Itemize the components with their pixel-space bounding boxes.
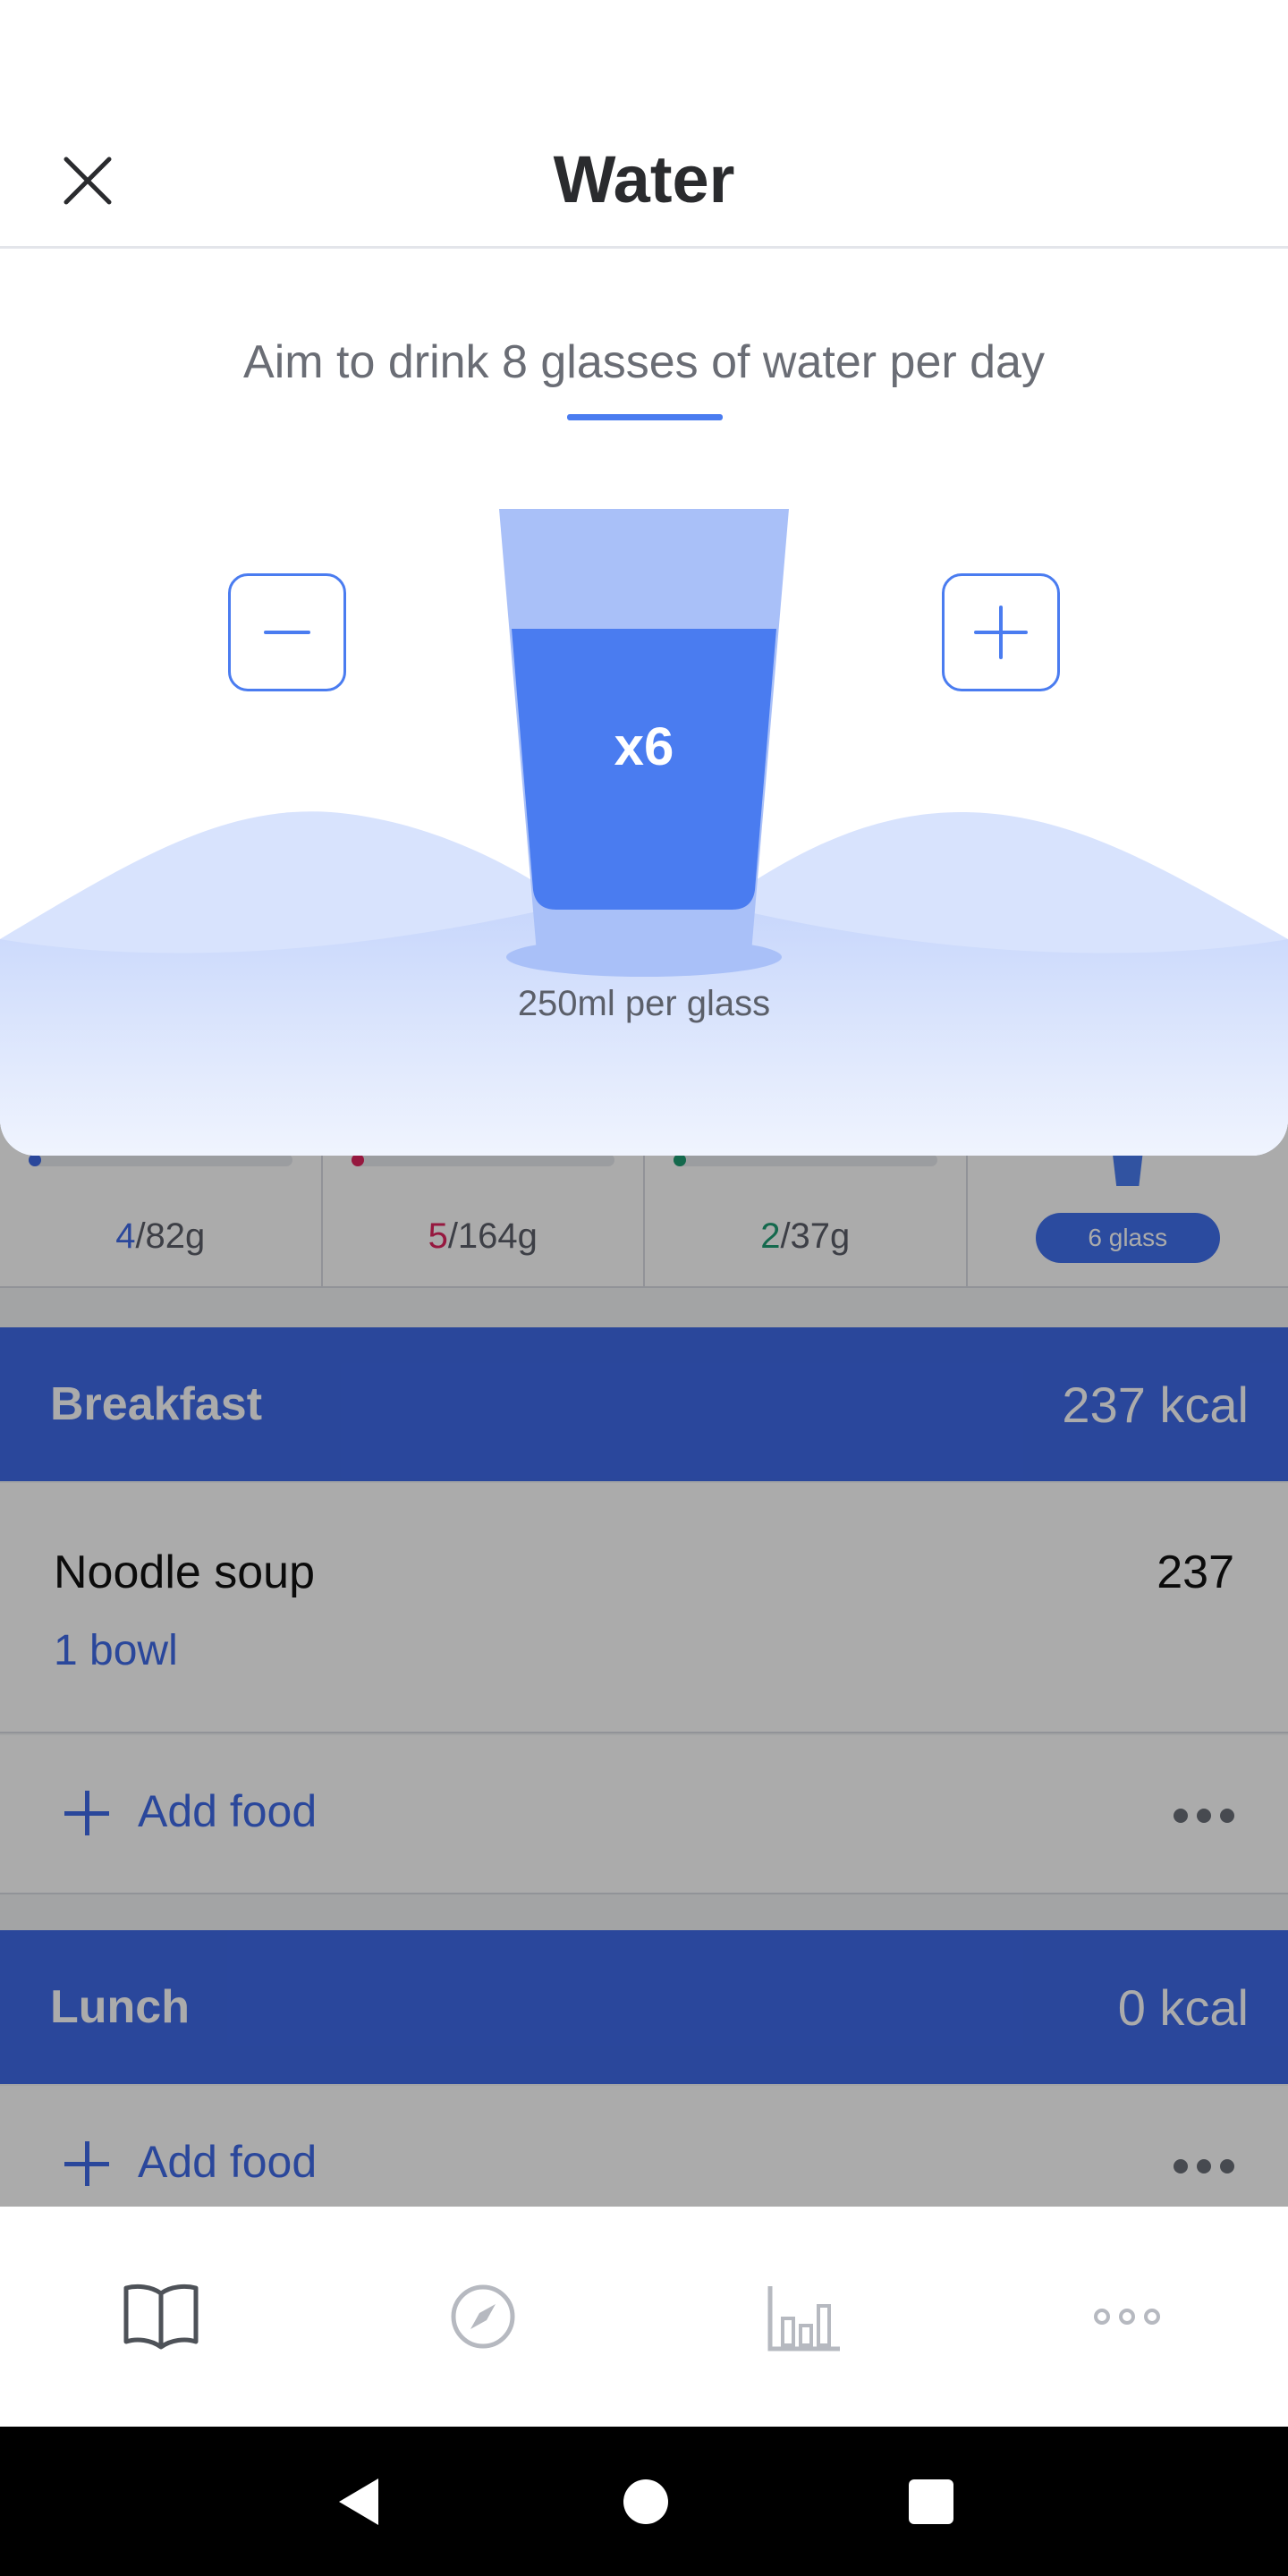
book-icon	[123, 2284, 199, 2350]
increase-glass-button[interactable]	[942, 573, 1060, 691]
decrease-glass-button[interactable]	[228, 573, 346, 691]
system-navigation-bar	[0, 2427, 1288, 2576]
minus-icon	[264, 631, 310, 634]
glass-count: x6	[614, 716, 674, 776]
nav-item-more[interactable]	[966, 2207, 1288, 2427]
per-glass-text: 250ml per glass	[517, 984, 771, 1023]
home-icon[interactable]	[621, 2477, 671, 2527]
nav-item-discover[interactable]	[322, 2207, 644, 2427]
nav-item-diary[interactable]	[0, 2207, 322, 2427]
water-sheet: Water Aim to drink 8 glasses of water pe…	[0, 0, 1288, 1156]
plus-icon	[974, 606, 1028, 659]
sheet-header: Water	[0, 0, 1288, 249]
recents-icon[interactable]	[906, 2477, 956, 2527]
back-icon[interactable]	[332, 2475, 386, 2529]
nav-item-progress[interactable]	[644, 2207, 966, 2427]
compass-icon	[451, 2284, 515, 2349]
goal-text: Aim to drink 8 glasses of water per day	[243, 336, 1045, 388]
more-icon	[1094, 2309, 1160, 2325]
bottom-navigation	[0, 2207, 1288, 2427]
page-title: Water	[553, 142, 735, 216]
goal-highlight	[567, 414, 723, 420]
bar-chart-icon	[767, 2286, 840, 2351]
